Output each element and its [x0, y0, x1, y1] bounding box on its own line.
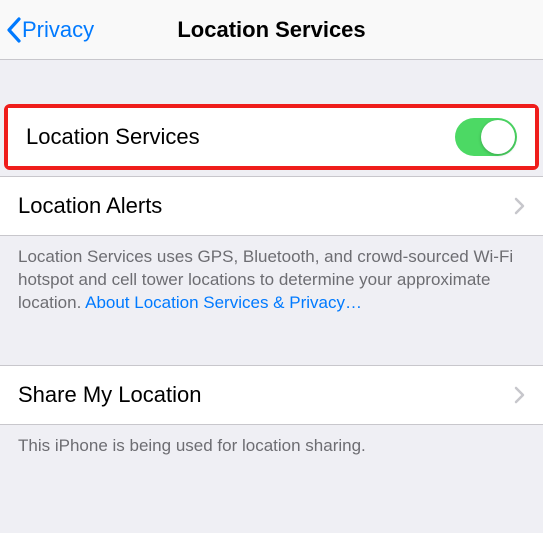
chevron-right-icon: [514, 197, 525, 215]
toggle-knob: [481, 120, 515, 154]
about-location-privacy-link[interactable]: About Location Services & Privacy…: [85, 293, 362, 312]
share-my-location-row[interactable]: Share My Location: [0, 365, 543, 425]
row-label: Location Services: [26, 124, 455, 150]
footer-share-text: This iPhone is being used for location s…: [18, 436, 366, 455]
chevron-left-icon: [6, 17, 21, 43]
highlight-annotation: Location Services: [4, 104, 539, 170]
location-services-footer: Location Services uses GPS, Bluetooth, a…: [0, 236, 543, 329]
share-location-footer: This iPhone is being used for location s…: [0, 425, 543, 472]
location-alerts-row[interactable]: Location Alerts: [0, 176, 543, 236]
back-label: Privacy: [22, 17, 94, 43]
section-spacer: [0, 329, 543, 365]
section-spacer: [0, 60, 543, 104]
back-button[interactable]: Privacy: [0, 17, 94, 43]
chevron-right-icon: [514, 386, 525, 404]
location-services-toggle[interactable]: [455, 118, 517, 156]
nav-bar: Privacy Location Services: [0, 0, 543, 60]
location-services-row[interactable]: Location Services: [8, 108, 535, 166]
row-label: Share My Location: [18, 382, 514, 408]
row-label: Location Alerts: [18, 193, 514, 219]
